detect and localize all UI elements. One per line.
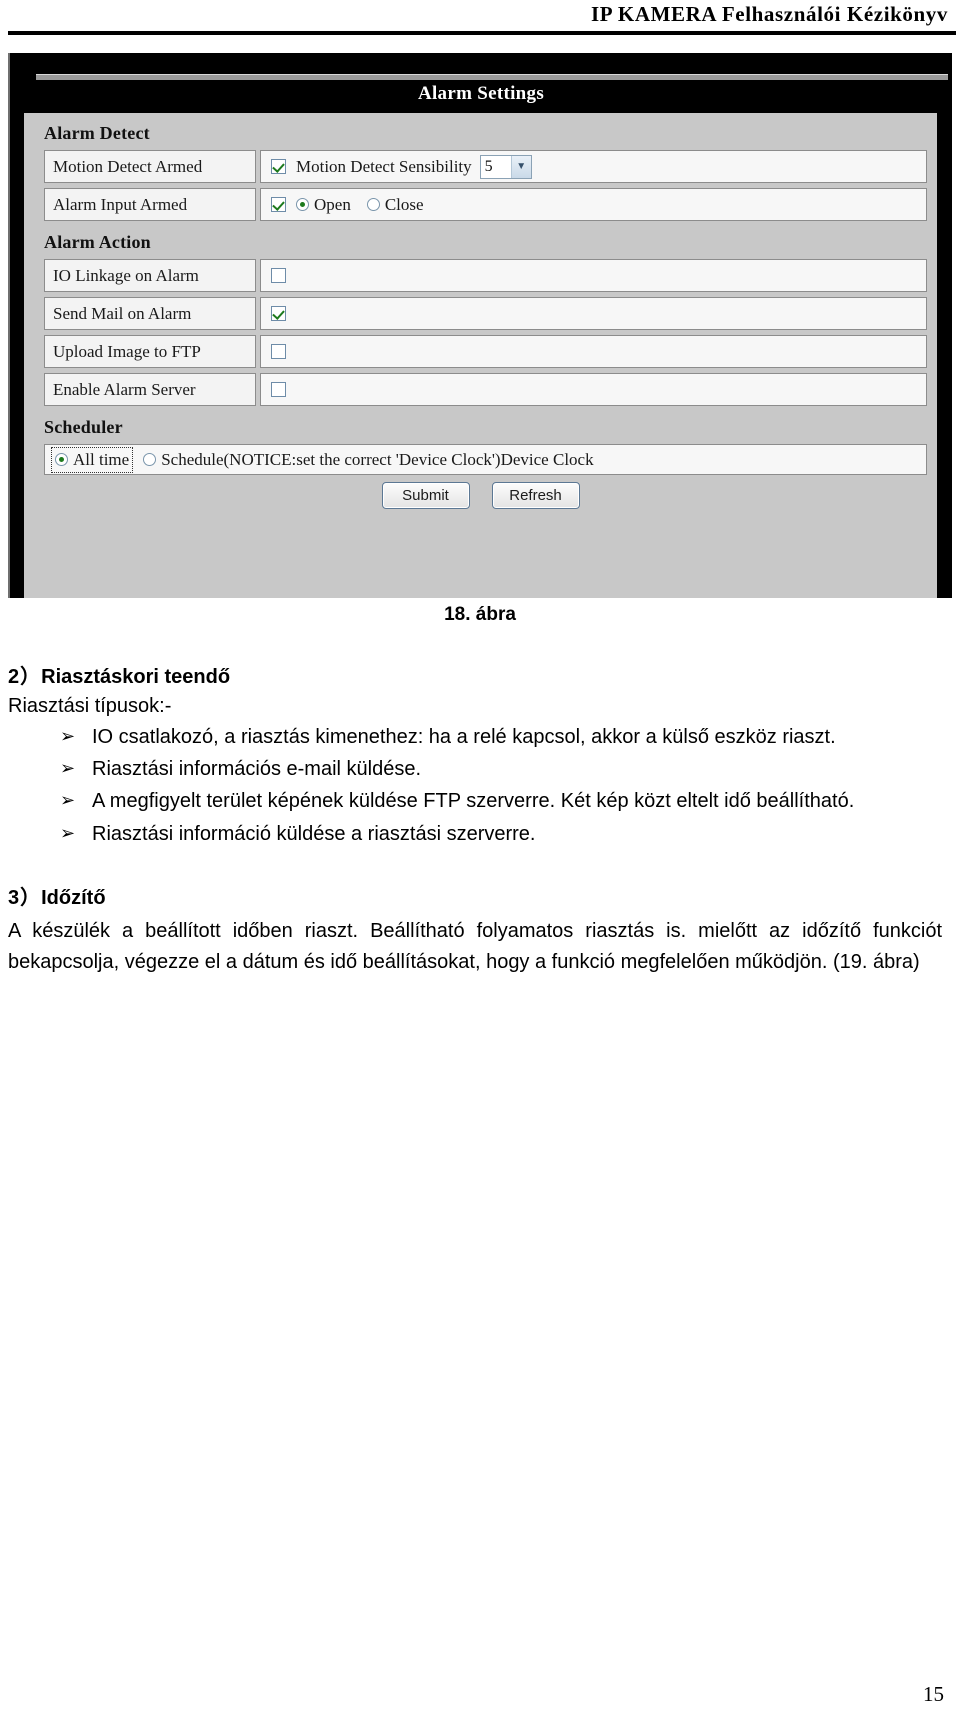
- form-button-row: Submit Refresh: [34, 482, 927, 509]
- radio-group-alarm-input: Open Close: [296, 195, 424, 215]
- checkbox-upload-image-to-ftp[interactable]: [271, 344, 286, 359]
- bullet-arrow-icon: ➢: [60, 758, 76, 779]
- refresh-button[interactable]: Refresh: [491, 482, 580, 509]
- radio-schedule[interactable]: [143, 453, 157, 466]
- document-body: 2）Riasztáskori teendő Riasztási típusok:…: [8, 660, 942, 979]
- alarm-types-intro: Riasztási típusok:-: [8, 695, 172, 717]
- list-item-text: Riasztási információs e-mail küldése.: [92, 758, 422, 781]
- checkbox-enable-alarm-server[interactable]: [271, 382, 286, 397]
- row-scheduler: All time Schedule(NOTICE:set the correct…: [44, 444, 927, 475]
- label-send-mail-on-alarm: Send Mail on Alarm: [44, 297, 256, 330]
- alarm-settings-screenshot: Alarm Settings Alarm Detect Motion Detec…: [8, 53, 952, 598]
- heading-2-number: 2）: [8, 666, 42, 688]
- radio-label-schedule: Schedule(NOTICE:set the correct 'Device …: [161, 449, 594, 469]
- label-upload-image-to-ftp: Upload Image to FTP: [44, 335, 256, 368]
- list-item: ➢ A megfigyelt terület képének küldése F…: [8, 786, 942, 817]
- list-item: ➢ IO csatlakozó, a riasztás kimenethez: …: [8, 722, 942, 753]
- row-send-mail-on-alarm: Send Mail on Alarm: [44, 297, 927, 330]
- heading-3-number: 3）: [8, 886, 42, 909]
- bullet-arrow-icon: ➢: [60, 790, 76, 811]
- radio-label-all-time: All time: [73, 449, 130, 469]
- bullet-arrow-icon: ➢: [60, 726, 76, 746]
- value-upload-image-to-ftp: [260, 335, 927, 368]
- value-alarm-input-armed: Open Close: [260, 188, 927, 221]
- figure-caption: 18. ábra: [444, 604, 516, 625]
- label-alarm-input-armed: Alarm Input Armed: [44, 188, 256, 221]
- label-io-linkage-on-alarm: IO Linkage on Alarm: [44, 259, 256, 292]
- radio-item-schedule[interactable]: Schedule(NOTICE:set the correct 'Device …: [143, 449, 594, 470]
- radio-close[interactable]: [366, 198, 380, 211]
- heading-2-title: Riasztáskori teendő: [41, 666, 231, 688]
- list-item-text: Riasztási információ küldése a riasztási…: [92, 822, 536, 845]
- timer-paragraph: A készülék a beállított időben riaszt. B…: [8, 919, 942, 974]
- radio-item-all-time[interactable]: All time: [51, 446, 134, 473]
- value-motion-detect-armed: Motion Detect Sensibility 5 ▼: [260, 150, 927, 183]
- checkbox-io-linkage-on-alarm[interactable]: [271, 268, 286, 283]
- row-alarm-input-armed: Alarm Input Armed Open Close: [44, 188, 927, 221]
- list-item-text: A megfigyelt terület képének küldése FTP…: [92, 790, 855, 813]
- page-number: 15: [923, 1682, 944, 1706]
- radio-all-time[interactable]: [55, 453, 68, 466]
- row-enable-alarm-server: Enable Alarm Server: [44, 373, 927, 406]
- radio-item-open[interactable]: Open: [296, 195, 351, 215]
- radio-label-open: Open: [314, 194, 351, 214]
- radio-open[interactable]: [296, 198, 309, 211]
- list-item: ➢ Riasztási információs e-mail küldése.: [8, 754, 942, 785]
- heading-section-3: 3）Időzítő: [8, 881, 942, 910]
- section-heading-scheduler: Scheduler: [44, 417, 123, 437]
- document-header: IP KAMERA Felhasználói Kézikönyv: [0, 0, 960, 36]
- label-motion-detect-armed: Motion Detect Armed: [44, 150, 256, 183]
- checkbox-send-mail-on-alarm[interactable]: [271, 306, 286, 321]
- bullet-arrow-icon: ➢: [60, 822, 76, 843]
- list-item-text: IO csatlakozó, a riasztás kimenethez: ha…: [92, 726, 836, 748]
- checkbox-alarm-input-armed[interactable]: [271, 197, 286, 212]
- radio-item-close[interactable]: Close: [366, 194, 424, 215]
- settings-panel: Alarm Detect Motion Detect Armed Motion …: [24, 113, 940, 598]
- header-divider-rule: [8, 31, 956, 35]
- label-enable-alarm-server: Enable Alarm Server: [44, 373, 256, 406]
- value-enable-alarm-server: [260, 373, 927, 406]
- row-motion-detect-armed: Motion Detect Armed Motion Detect Sensib…: [44, 150, 927, 183]
- screenshot-window-title: Alarm Settings: [417, 83, 545, 104]
- checkbox-motion-detect-armed[interactable]: [271, 159, 286, 174]
- select-value-sensibility: 5: [484, 157, 493, 175]
- select-motion-detect-sensibility[interactable]: 5 ▼: [479, 154, 532, 179]
- submit-button[interactable]: Submit: [381, 482, 470, 509]
- section-heading-alarm-action: Alarm Action: [44, 232, 151, 252]
- value-send-mail-on-alarm: [260, 297, 927, 330]
- list-item: ➢ Riasztási információ küldése a riasztá…: [8, 819, 942, 850]
- label-motion-detect-sensibility: Motion Detect Sensibility: [296, 156, 472, 176]
- row-io-linkage-on-alarm: IO Linkage on Alarm: [44, 259, 927, 292]
- value-io-linkage-on-alarm: [260, 259, 927, 292]
- heading-3-title: Időzítő: [41, 886, 106, 909]
- heading-section-2: 2）Riasztáskori teendő: [8, 660, 942, 689]
- chevron-down-icon[interactable]: ▼: [510, 155, 531, 178]
- title-bar-rule: [36, 74, 948, 80]
- row-upload-image-to-ftp: Upload Image to FTP: [44, 335, 927, 368]
- section-heading-alarm-detect: Alarm Detect: [44, 123, 150, 143]
- radio-label-close: Close: [384, 194, 424, 214]
- alarm-types-list: ➢ IO csatlakozó, a riasztás kimenethez: …: [8, 722, 942, 850]
- running-header-title: IP KAMERA Felhasználói Kézikönyv: [591, 2, 948, 26]
